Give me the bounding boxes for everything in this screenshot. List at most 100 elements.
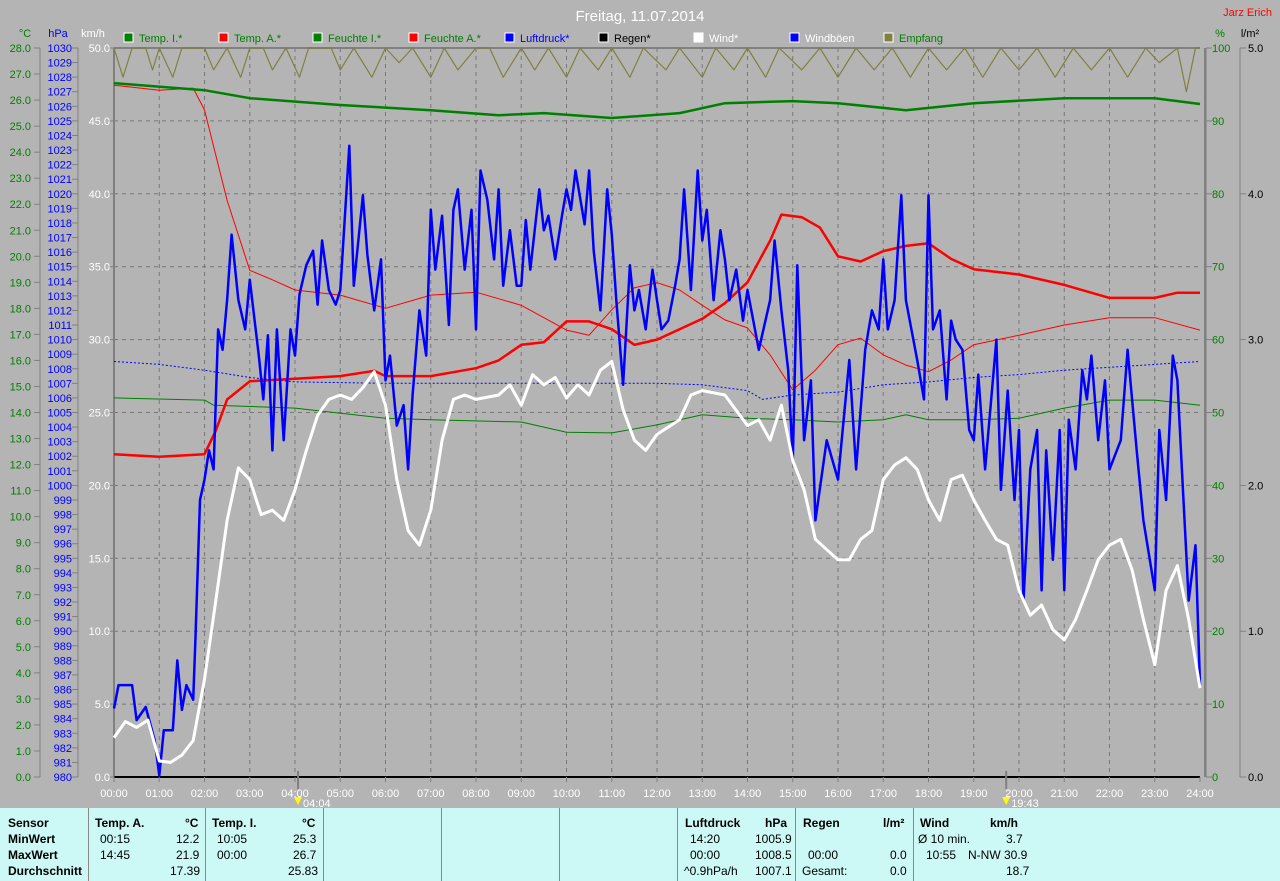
temp-a-min-value: 12.2 — [176, 832, 200, 846]
legend-swatch — [218, 32, 229, 43]
x-axis-label: 06:00 — [372, 788, 400, 800]
axis-label-pressure: 1005 — [48, 408, 72, 420]
pressure-max-value: 1008.5 — [755, 848, 792, 862]
wind-avg-value: 18.7 — [1006, 864, 1030, 878]
axis-label-wind: 20.0 — [89, 480, 110, 492]
axis-label-temp: 23.0 — [10, 173, 31, 185]
axis-label-pressure: 1020 — [48, 189, 72, 201]
divider — [559, 808, 560, 881]
axis-label-pressure: 1003 — [48, 437, 72, 449]
axis-label-pressure: 1013 — [48, 291, 72, 303]
weather-chart: Freitag, 11.07.2014 Jarz Erich Temp. I.* Te… — [10, 7, 1272, 808]
axis-label-temp: 4.0 — [16, 668, 31, 680]
x-axis-label: 09:00 — [507, 788, 535, 800]
axis-label-pressure: 993 — [54, 582, 72, 594]
axis-label-pressure: 1022 — [48, 160, 72, 172]
rain-total-label: Gesamt: — [802, 864, 848, 878]
axis-label-humidity: 20 — [1212, 626, 1224, 638]
axis-label-temp: 12.0 — [10, 460, 31, 472]
axis-label-pressure: 996 — [54, 539, 72, 551]
axis-label-wind: 5.0 — [95, 699, 110, 711]
temp-a-max-value: 21.9 — [176, 848, 200, 862]
legend-swatch — [789, 32, 800, 43]
axis-label-temp: 22.0 — [10, 199, 31, 211]
axis-label-temp: 5.0 — [16, 642, 31, 654]
x-axis-label: 14:00 — [734, 788, 762, 800]
axis-label-pressure: 1008 — [48, 364, 72, 376]
axis-label-temp: 9.0 — [16, 538, 31, 550]
axis-label-temp: 25.0 — [10, 121, 31, 133]
series-line-empfang — [113, 47, 1200, 93]
axis-label-pressure: 1009 — [48, 349, 72, 361]
pressure-min-value: 1005.9 — [755, 832, 792, 846]
axis-label-pressure: 1023 — [48, 145, 72, 157]
axis-label-pressure: 982 — [54, 743, 72, 755]
temp-i-max-time: 00:00 — [217, 848, 248, 862]
axis-label-humidity: 30 — [1212, 553, 1224, 565]
user-name: Jarz Erich — [1223, 7, 1272, 19]
wind-avg10-value: 3.7 — [1006, 832, 1023, 846]
temp-a-unit: °C — [185, 816, 199, 830]
legend-label: Windböen — [805, 33, 855, 45]
divider — [913, 808, 914, 881]
axis-label-wind: 50.0 — [89, 43, 110, 55]
axis-label-pressure: 1012 — [48, 305, 72, 317]
x-axis-label: 01:00 — [145, 788, 173, 800]
axis-label-temp: 17.0 — [10, 329, 31, 341]
x-axis-label: 24:00 — [1186, 788, 1214, 800]
axis-label-humidity: 50 — [1212, 408, 1224, 420]
axis-label-pressure: 1007 — [48, 378, 72, 390]
axis-label-pressure: 1002 — [48, 451, 72, 463]
wind-max-time: 10:55 — [926, 848, 957, 862]
legend-swatch — [693, 32, 704, 43]
axis-label-pressure: 987 — [54, 670, 72, 682]
pressure-min-time: 14:20 — [690, 832, 721, 846]
legend-swatch — [123, 32, 134, 43]
pressure-max-time: 00:00 — [690, 848, 721, 862]
x-axis-label: 03:00 — [236, 788, 264, 800]
axis-unit-pressure: hPa — [48, 28, 68, 40]
axis-label-humidity: 90 — [1212, 116, 1224, 128]
axis-label-pressure: 1030 — [48, 43, 72, 55]
x-axis-label: 08:00 — [462, 788, 490, 800]
marker-label: 19:43 — [1011, 798, 1039, 808]
temp-i-max-value: 26.7 — [293, 848, 317, 862]
axis-label-temp: 3.0 — [16, 694, 31, 706]
x-axis-label: 10:00 — [553, 788, 581, 800]
axis-label-pressure: 998 — [54, 510, 72, 522]
temp-a-title: Temp. A. — [95, 816, 145, 830]
rain-title: Regen — [803, 816, 840, 830]
axis-unit-humidity: % — [1215, 28, 1225, 40]
axis-label-wind: 15.0 — [89, 553, 110, 565]
legend-label: Feuchte A.* — [424, 33, 482, 45]
legend-label: Temp. A.* — [234, 33, 282, 45]
axis-label-temp: 10.0 — [10, 512, 31, 524]
axis-label-temp: 16.0 — [10, 355, 31, 367]
wind-max-value: N-NW 30.9 — [968, 848, 1028, 862]
row-label-max: MaxWert — [8, 848, 58, 862]
divider — [441, 808, 442, 881]
sunset-icon — [1002, 797, 1011, 805]
axis-label-pressure: 1019 — [48, 203, 72, 215]
legend-swatch — [408, 32, 419, 43]
axis-label-pressure: 994 — [54, 568, 72, 580]
axis-label-humidity: 10 — [1212, 699, 1224, 711]
temp-a-max-time: 14:45 — [100, 848, 131, 862]
x-axis-label: 23:00 — [1141, 788, 1169, 800]
axis-label-rain: 4.0 — [1248, 189, 1263, 201]
pressure-title: Luftdruck — [685, 816, 741, 830]
axis-label-pressure: 989 — [54, 641, 72, 653]
axis-label-pressure: 1026 — [48, 101, 72, 113]
temp-a-avg-value: 17.39 — [170, 864, 201, 878]
axis-label-temp: 15.0 — [10, 381, 31, 393]
axis-label-rain: 2.0 — [1248, 480, 1263, 492]
row-label-avg: Durchschnitt — [8, 864, 83, 878]
temp-i-title: Temp. I. — [212, 816, 257, 830]
axis-label-wind: 10.0 — [89, 626, 110, 638]
row-label-sensor: Sensor — [8, 816, 49, 830]
legend-swatch — [883, 32, 894, 43]
legend-swatch — [312, 32, 323, 43]
x-axis-label: 16:00 — [824, 788, 852, 800]
pressure-avg-value: 1007.1 — [755, 864, 792, 878]
axis-label-temp: 8.0 — [16, 564, 31, 576]
